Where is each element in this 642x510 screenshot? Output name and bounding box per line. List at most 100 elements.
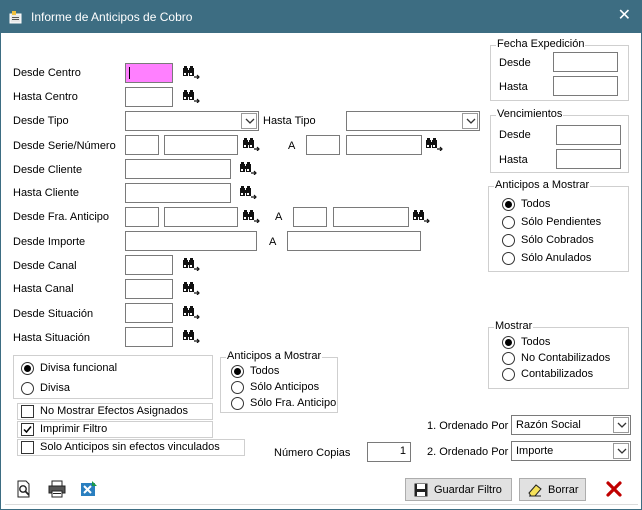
hasta-numero-input[interactable] (346, 135, 422, 155)
hasta-tipo-select[interactable] (346, 111, 480, 131)
desde-situacion-input[interactable] (125, 303, 173, 323)
label-hasta-situacion: Hasta Situación (13, 332, 91, 344)
numero-copias-input[interactable]: 1 (367, 442, 411, 462)
binoculars-icon[interactable] (182, 281, 200, 295)
label-a-serie: A (288, 140, 296, 152)
fecha-expedicion-title: Fecha Expedición (496, 38, 586, 50)
binoculars-icon[interactable] (182, 305, 200, 319)
hasta-canal-input[interactable] (125, 279, 173, 299)
binoculars-icon[interactable] (239, 161, 257, 175)
fecha-exp-hasta-input[interactable] (553, 76, 618, 96)
title-bar[interactable]: Informe de Anticipos de Cobro ✕ (1, 1, 641, 33)
hasta-situacion-input[interactable] (125, 327, 173, 347)
radio-label: Sólo Pendientes (521, 216, 602, 228)
hasta-serie-input[interactable] (306, 135, 340, 155)
dropdown-arrow[interactable] (241, 113, 257, 129)
floppy-disk-icon (414, 483, 428, 497)
desde-numero-input[interactable] (164, 135, 238, 155)
binoculars-icon[interactable] (182, 329, 200, 343)
radio-label: Todos (521, 198, 551, 210)
radio-circle[interactable] (502, 336, 515, 349)
ordenado-1-select[interactable]: Razón Social (511, 415, 631, 435)
radio-circle[interactable] (502, 234, 515, 247)
binoculars-icon[interactable] (182, 257, 200, 271)
label-desde-tipo: Desde Tipo (13, 115, 69, 127)
binoculars-icon[interactable] (425, 137, 443, 151)
hasta-cliente-input[interactable] (125, 183, 231, 203)
label-desde-centro: Desde Centro (13, 67, 81, 79)
radio-label: Contabilizados (521, 368, 594, 380)
checkmark-icon (23, 426, 32, 434)
dropdown-arrow[interactable] (613, 443, 629, 459)
checkbox-box[interactable] (21, 405, 34, 418)
desde-fra-serie-input[interactable] (125, 207, 159, 227)
label-desde-cliente: Desde Cliente (13, 164, 83, 176)
radio-circle[interactable] (231, 381, 244, 394)
ordenado-1-label: 1. Ordenado Por (427, 420, 509, 432)
radio-circle[interactable] (231, 365, 244, 378)
radio-circle[interactable] (21, 362, 34, 375)
ordenado-2-label: 2. Ordenado Por (427, 446, 509, 458)
label-desde-fra: Desde Fra. Anticipo (13, 211, 109, 223)
checkbox-label: Imprimir Filtro (40, 423, 108, 435)
desde-importe-input[interactable] (125, 231, 257, 251)
label-a-fra: A (275, 211, 283, 223)
desde-centro-input[interactable] (125, 63, 173, 83)
binoculars-icon[interactable] (182, 89, 200, 103)
radio-circle[interactable] (21, 382, 34, 395)
checkbox-box[interactable] (21, 423, 34, 436)
radio-label: Divisa (40, 382, 70, 394)
dropdown-arrow[interactable] (613, 417, 629, 433)
hasta-fra-serie-input[interactable] (293, 207, 327, 227)
desde-serie-input[interactable] (125, 135, 159, 155)
checkbox-box[interactable] (21, 441, 34, 454)
radio-label: Sólo Cobrados (521, 234, 594, 246)
radio-circle[interactable] (502, 352, 515, 365)
binoculars-icon[interactable] (412, 209, 430, 223)
radio-circle[interactable] (502, 216, 515, 229)
borrar-label: Borrar (548, 484, 579, 496)
binoculars-icon[interactable] (182, 65, 200, 79)
label-hasta-tipo: Hasta Tipo (263, 115, 316, 127)
fecha-exp-desde-input[interactable] (553, 52, 618, 72)
desde-cliente-input[interactable] (125, 159, 231, 179)
hasta-importe-input[interactable] (287, 231, 421, 251)
ordenado-2-value: Importe (516, 445, 554, 457)
label-a-importe: A (269, 236, 277, 248)
chevron-down-icon (466, 118, 476, 125)
checkbox-label: Solo Anticipos sin efectos vinculados (40, 441, 220, 453)
guardar-filtro-button[interactable]: Guardar Filtro (405, 478, 512, 501)
radio-circle[interactable] (502, 198, 515, 211)
numero-copias-label: Número Copias (274, 447, 351, 459)
anticipos-mostrar-right-title: Anticipos a Mostrar (494, 179, 591, 191)
print-preview-icon[interactable] (15, 480, 33, 498)
printer-icon[interactable] (48, 480, 66, 498)
radio-circle[interactable] (502, 368, 515, 381)
desde-canal-input[interactable] (125, 255, 173, 275)
label-hasta-canal: Hasta Canal (13, 283, 74, 295)
label-hasta-cliente: Hasta Cliente (13, 187, 80, 199)
binoculars-icon[interactable] (239, 185, 257, 199)
ordenado-1-value: Razón Social (516, 419, 581, 431)
hasta-fra-numero-input[interactable] (333, 207, 409, 227)
label-desde-canal: Desde Canal (13, 260, 77, 272)
dropdown-arrow[interactable] (462, 113, 478, 129)
excel-export-icon[interactable] (80, 480, 98, 498)
hasta-centro-input[interactable] (125, 87, 173, 107)
report-window: Informe de Anticipos de Cobro ✕ Desde Ce… (0, 0, 642, 510)
exit-x-icon[interactable] (605, 480, 623, 498)
ordenado-2-select[interactable]: Importe (511, 441, 631, 461)
binoculars-icon[interactable] (242, 137, 260, 151)
desde-fra-numero-input[interactable] (164, 207, 238, 227)
radio-circle[interactable] (231, 397, 244, 410)
chevron-down-icon (617, 448, 627, 455)
fecha-exp-desde-label: Desde (499, 57, 531, 69)
binoculars-icon[interactable] (242, 209, 260, 223)
venc-hasta-input[interactable] (556, 149, 621, 169)
venc-hasta-label: Hasta (499, 154, 528, 166)
venc-desde-input[interactable] (556, 125, 621, 145)
radio-circle[interactable] (502, 252, 515, 265)
close-icon[interactable]: ✕ (618, 8, 631, 24)
desde-tipo-select[interactable] (125, 111, 259, 131)
borrar-button[interactable]: Borrar (519, 478, 586, 501)
